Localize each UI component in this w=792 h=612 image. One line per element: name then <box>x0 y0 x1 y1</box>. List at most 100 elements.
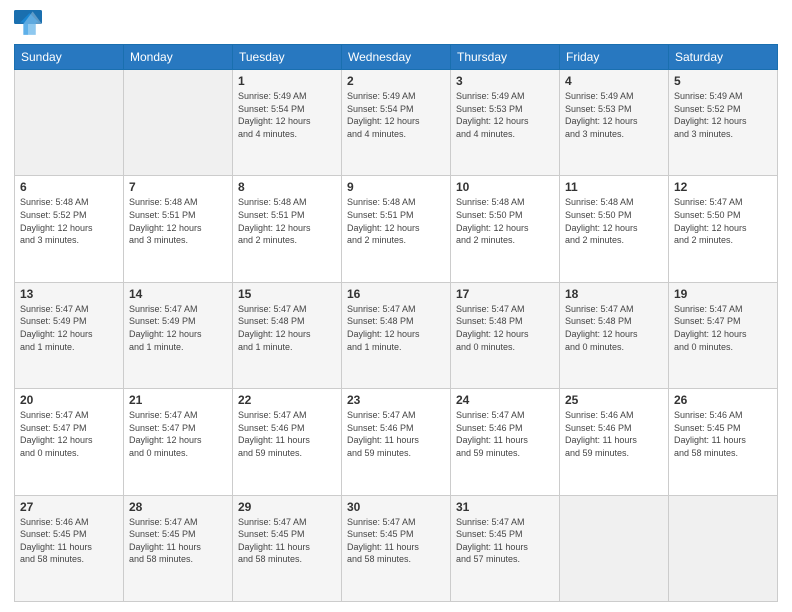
day-info: Sunrise: 5:48 AM Sunset: 5:51 PM Dayligh… <box>238 196 336 246</box>
day-number: 7 <box>129 180 227 194</box>
day-info: Sunrise: 5:47 AM Sunset: 5:48 PM Dayligh… <box>347 303 445 353</box>
calendar-cell: 3Sunrise: 5:49 AM Sunset: 5:53 PM Daylig… <box>451 70 560 176</box>
weekday-header-tuesday: Tuesday <box>233 45 342 70</box>
header <box>14 10 778 38</box>
day-info: Sunrise: 5:46 AM Sunset: 5:46 PM Dayligh… <box>565 409 663 459</box>
day-number: 16 <box>347 287 445 301</box>
day-number: 15 <box>238 287 336 301</box>
calendar-cell: 2 Sunrise: 5:49 AM Sunset: 5:54 PM Daylig… <box>342 70 451 176</box>
calendar-cell: 27Sunrise: 5:46 AM Sunset: 5:45 PM Dayli… <box>15 495 124 601</box>
day-number: 4 <box>565 74 663 88</box>
day-number: 31 <box>456 500 554 514</box>
calendar-cell <box>124 70 233 176</box>
weekday-header-sunday: Sunday <box>15 45 124 70</box>
week-row-4: 20 Sunrise: 5:47 AM Sunset: 5:47 PM Dayli… <box>15 389 778 495</box>
calendar-cell: 13 Sunrise: 5:47 AM Sunset: 5:49 PM Dayli… <box>15 282 124 388</box>
calendar-cell: 1 Sunrise: 5:49 AM Sunset: 5:54 PM Daylig… <box>233 70 342 176</box>
day-number: 19 <box>674 287 772 301</box>
calendar-cell: 31 Sunrise: 5:47 AM Sunset: 5:45 PM Dayli… <box>451 495 560 601</box>
calendar-cell: 11 Sunrise: 5:48 AM Sunset: 5:50 PM Dayli… <box>560 176 669 282</box>
calendar-cell: 6 Sunrise: 5:48 AM Sunset: 5:52 PM Daylig… <box>15 176 124 282</box>
day-number: 14 <box>129 287 227 301</box>
day-number: 22 <box>238 393 336 407</box>
day-info: Sunrise: 5:48 AM Sunset: 5:50 PM Dayligh… <box>456 196 554 246</box>
calendar-cell: 20 Sunrise: 5:47 AM Sunset: 5:47 PM Dayli… <box>15 389 124 495</box>
day-number: 6 <box>20 180 118 194</box>
day-info: Sunrise: 5:49 AM Sunset: 5:54 PM Dayligh… <box>238 90 336 140</box>
calendar-cell: 17 Sunrise: 5:47 AM Sunset: 5:48 PM Dayli… <box>451 282 560 388</box>
calendar-cell <box>15 70 124 176</box>
logo <box>14 10 46 38</box>
week-row-2: 6 Sunrise: 5:48 AM Sunset: 5:52 PM Daylig… <box>15 176 778 282</box>
day-number: 30 <box>347 500 445 514</box>
calendar-cell: 24 Sunrise: 5:47 AM Sunset: 5:46 PM Dayli… <box>451 389 560 495</box>
calendar-cell: 25Sunrise: 5:46 AM Sunset: 5:46 PM Dayli… <box>560 389 669 495</box>
day-info: Sunrise: 5:48 AM Sunset: 5:50 PM Dayligh… <box>565 196 663 246</box>
day-info: Sunrise: 5:47 AM Sunset: 5:47 PM Dayligh… <box>20 409 118 459</box>
day-number: 29 <box>238 500 336 514</box>
calendar: SundayMondayTuesdayWednesdayThursdayFrid… <box>14 44 778 602</box>
day-number: 10 <box>456 180 554 194</box>
day-number: 26 <box>674 393 772 407</box>
calendar-cell: 8Sunrise: 5:48 AM Sunset: 5:51 PM Daylig… <box>233 176 342 282</box>
weekday-header-saturday: Saturday <box>669 45 778 70</box>
calendar-cell: 19 Sunrise: 5:47 AM Sunset: 5:47 PM Dayli… <box>669 282 778 388</box>
day-info: Sunrise: 5:47 AM Sunset: 5:50 PM Dayligh… <box>674 196 772 246</box>
day-info: Sunrise: 5:49 AM Sunset: 5:53 PM Dayligh… <box>565 90 663 140</box>
calendar-cell <box>560 495 669 601</box>
week-row-5: 27Sunrise: 5:46 AM Sunset: 5:45 PM Dayli… <box>15 495 778 601</box>
calendar-cell: 16 Sunrise: 5:47 AM Sunset: 5:48 PM Dayli… <box>342 282 451 388</box>
day-number: 28 <box>129 500 227 514</box>
day-number: 17 <box>456 287 554 301</box>
day-info: Sunrise: 5:47 AM Sunset: 5:46 PM Dayligh… <box>456 409 554 459</box>
day-number: 2 <box>347 74 445 88</box>
logo-icon <box>14 10 42 38</box>
calendar-header: SundayMondayTuesdayWednesdayThursdayFrid… <box>15 45 778 70</box>
weekday-row: SundayMondayTuesdayWednesdayThursdayFrid… <box>15 45 778 70</box>
day-number: 18 <box>565 287 663 301</box>
day-info: Sunrise: 5:47 AM Sunset: 5:47 PM Dayligh… <box>674 303 772 353</box>
calendar-cell: 18 Sunrise: 5:47 AM Sunset: 5:48 PM Dayli… <box>560 282 669 388</box>
calendar-cell: 9 Sunrise: 5:48 AM Sunset: 5:51 PM Daylig… <box>342 176 451 282</box>
day-info: Sunrise: 5:47 AM Sunset: 5:49 PM Dayligh… <box>129 303 227 353</box>
weekday-header-wednesday: Wednesday <box>342 45 451 70</box>
day-number: 13 <box>20 287 118 301</box>
day-info: Sunrise: 5:48 AM Sunset: 5:51 PM Dayligh… <box>347 196 445 246</box>
day-info: Sunrise: 5:49 AM Sunset: 5:52 PM Dayligh… <box>674 90 772 140</box>
day-info: Sunrise: 5:47 AM Sunset: 5:46 PM Dayligh… <box>347 409 445 459</box>
day-number: 20 <box>20 393 118 407</box>
day-number: 11 <box>565 180 663 194</box>
calendar-cell: 14 Sunrise: 5:47 AM Sunset: 5:49 PM Dayli… <box>124 282 233 388</box>
day-info: Sunrise: 5:48 AM Sunset: 5:52 PM Dayligh… <box>20 196 118 246</box>
day-info: Sunrise: 5:47 AM Sunset: 5:45 PM Dayligh… <box>456 516 554 566</box>
day-number: 21 <box>129 393 227 407</box>
weekday-header-friday: Friday <box>560 45 669 70</box>
calendar-cell: 4 Sunrise: 5:49 AM Sunset: 5:53 PM Daylig… <box>560 70 669 176</box>
day-info: Sunrise: 5:49 AM Sunset: 5:53 PM Dayligh… <box>456 90 554 140</box>
day-number: 24 <box>456 393 554 407</box>
day-info: Sunrise: 5:47 AM Sunset: 5:49 PM Dayligh… <box>20 303 118 353</box>
day-info: Sunrise: 5:47 AM Sunset: 5:45 PM Dayligh… <box>347 516 445 566</box>
weekday-header-thursday: Thursday <box>451 45 560 70</box>
day-info: Sunrise: 5:47 AM Sunset: 5:46 PM Dayligh… <box>238 409 336 459</box>
day-info: Sunrise: 5:47 AM Sunset: 5:48 PM Dayligh… <box>456 303 554 353</box>
day-number: 5 <box>674 74 772 88</box>
day-number: 1 <box>238 74 336 88</box>
calendar-cell: 26Sunrise: 5:46 AM Sunset: 5:45 PM Dayli… <box>669 389 778 495</box>
day-info: Sunrise: 5:47 AM Sunset: 5:48 PM Dayligh… <box>238 303 336 353</box>
day-info: Sunrise: 5:46 AM Sunset: 5:45 PM Dayligh… <box>20 516 118 566</box>
calendar-cell: 10 Sunrise: 5:48 AM Sunset: 5:50 PM Dayli… <box>451 176 560 282</box>
calendar-cell: 23 Sunrise: 5:47 AM Sunset: 5:46 PM Dayli… <box>342 389 451 495</box>
calendar-cell <box>669 495 778 601</box>
day-info: Sunrise: 5:49 AM Sunset: 5:54 PM Dayligh… <box>347 90 445 140</box>
calendar-cell: 12 Sunrise: 5:47 AM Sunset: 5:50 PM Dayli… <box>669 176 778 282</box>
day-number: 23 <box>347 393 445 407</box>
day-info: Sunrise: 5:47 AM Sunset: 5:45 PM Dayligh… <box>238 516 336 566</box>
day-number: 12 <box>674 180 772 194</box>
day-info: Sunrise: 5:47 AM Sunset: 5:45 PM Dayligh… <box>129 516 227 566</box>
day-info: Sunrise: 5:47 AM Sunset: 5:48 PM Dayligh… <box>565 303 663 353</box>
calendar-body: 1 Sunrise: 5:49 AM Sunset: 5:54 PM Daylig… <box>15 70 778 602</box>
calendar-cell: 22 Sunrise: 5:47 AM Sunset: 5:46 PM Dayli… <box>233 389 342 495</box>
day-number: 9 <box>347 180 445 194</box>
day-info: Sunrise: 5:47 AM Sunset: 5:47 PM Dayligh… <box>129 409 227 459</box>
